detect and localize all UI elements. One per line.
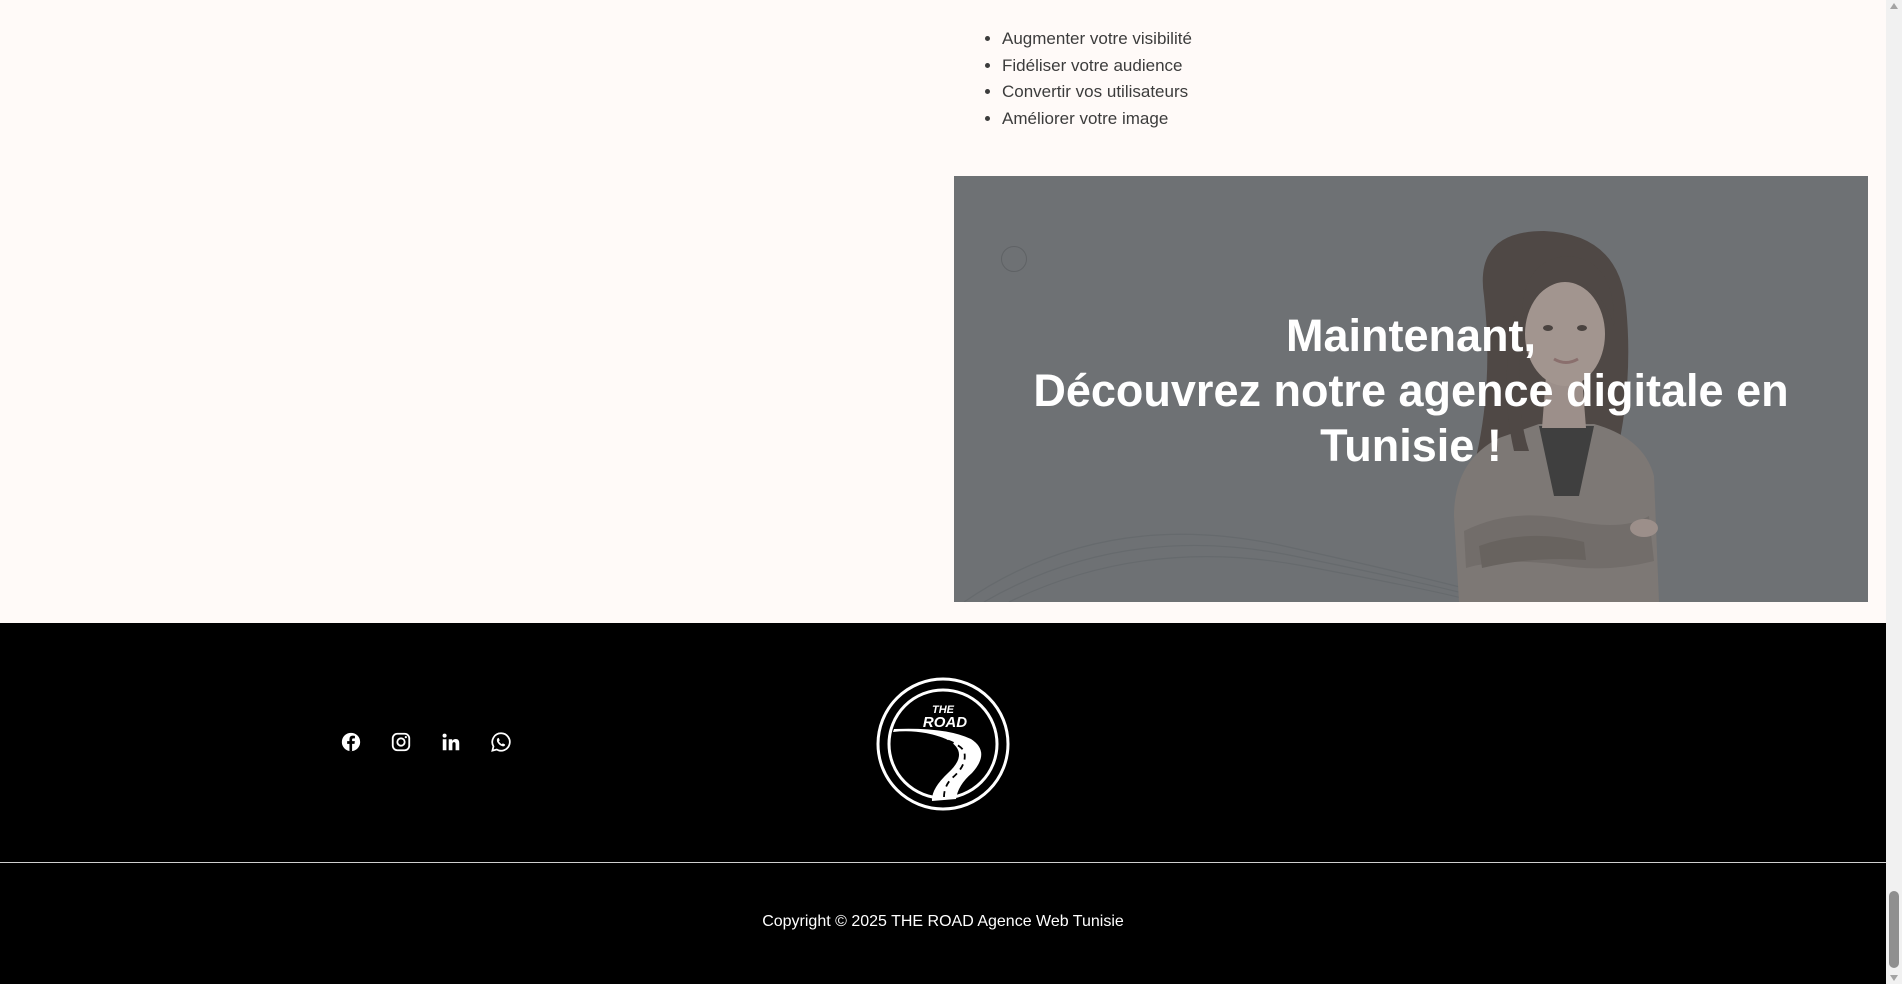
benefit-item: Convertir vos utilisateurs <box>1002 79 1192 106</box>
the-road-logo[interactable]: THE ROAD <box>876 677 1010 811</box>
linkedin-icon[interactable] <box>440 731 462 753</box>
headline-line: Découvrez notre agence digitale en <box>1033 365 1789 416</box>
facebook-icon[interactable] <box>340 731 362 753</box>
scroll-down-arrow[interactable] <box>1890 975 1898 981</box>
scrollbar-thumb[interactable] <box>1889 891 1899 968</box>
instagram-icon[interactable] <box>390 731 412 753</box>
benefits-list: Augmenter votre visibilité Fidéliser vot… <box>972 26 1192 132</box>
vertical-scrollbar[interactable] <box>1886 0 1902 984</box>
site-footer: THE ROAD Copyright © 2025 THE ROAD Agenc… <box>0 623 1886 984</box>
whatsapp-icon[interactable] <box>490 731 512 753</box>
banner-headline: Maintenant, Découvrez notre agence digit… <box>954 308 1868 473</box>
benefit-item: Fidéliser votre audience <box>1002 53 1192 80</box>
agency-banner[interactable]: Maintenant, Découvrez notre agence digit… <box>954 176 1868 602</box>
headline-line: Tunisie ! <box>1320 420 1502 471</box>
scroll-up-arrow[interactable] <box>1890 3 1898 9</box>
page: Augmenter votre visibilité Fidéliser vot… <box>0 0 1886 984</box>
benefit-item: Améliorer votre image <box>1002 106 1192 133</box>
copyright-text: Copyright © 2025 THE ROAD Agence Web Tun… <box>762 913 1124 930</box>
social-links <box>340 731 512 759</box>
decorative-circle <box>1001 246 1027 272</box>
footer-divider <box>0 862 1886 863</box>
logo-text-bottom: ROAD <box>923 714 967 731</box>
benefit-item: Augmenter votre visibilité <box>1002 26 1192 53</box>
headline-line: Maintenant, <box>1285 310 1536 361</box>
content-section: Augmenter votre visibilité Fidéliser vot… <box>0 0 1886 623</box>
